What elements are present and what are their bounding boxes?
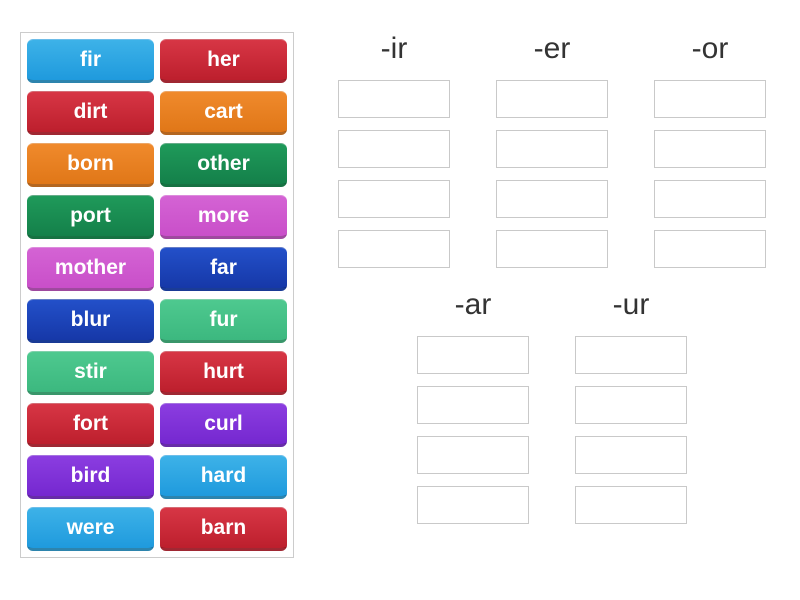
category-row: -ar -ur	[324, 288, 780, 524]
drop-slot[interactable]	[496, 130, 608, 168]
word-tile[interactable]: fir	[27, 39, 154, 83]
word-tile-label: more	[198, 204, 249, 228]
drop-slot[interactable]	[338, 180, 450, 218]
word-tile-label: far	[210, 256, 237, 280]
word-tile-label: port	[70, 204, 111, 228]
word-tile-label: other	[197, 152, 250, 176]
word-tile-label: hard	[201, 464, 247, 488]
word-tile-label: curl	[204, 412, 243, 436]
category: -ar	[417, 288, 529, 524]
word-tile[interactable]: barn	[160, 507, 287, 551]
word-tile[interactable]: dirt	[27, 91, 154, 135]
game-board: fir her dirt cart born other port more mother far…	[0, 0, 800, 590]
drop-slot[interactable]	[654, 130, 766, 168]
drop-slot[interactable]	[417, 436, 529, 474]
drop-slot[interactable]	[496, 230, 608, 268]
word-tile[interactable]: bird	[27, 455, 154, 499]
drop-slot[interactable]	[575, 336, 687, 374]
word-tile-label: stir	[74, 360, 107, 384]
word-tile[interactable]: other	[160, 143, 287, 187]
word-tile[interactable]: were	[27, 507, 154, 551]
word-tile[interactable]: more	[160, 195, 287, 239]
drop-slot[interactable]	[575, 386, 687, 424]
word-tile[interactable]: cart	[160, 91, 287, 135]
word-tile-label: fort	[73, 412, 108, 436]
categories-area: -ir -er -or -ar -ur	[324, 32, 780, 558]
drop-slot[interactable]	[575, 436, 687, 474]
drop-slot[interactable]	[575, 486, 687, 524]
word-tile-label: hurt	[203, 360, 244, 384]
category: -ir	[338, 32, 450, 268]
category: -or	[654, 32, 766, 268]
word-tile[interactable]: curl	[160, 403, 287, 447]
word-tile[interactable]: stir	[27, 351, 154, 395]
category-label: -ar	[455, 288, 492, 322]
drop-slot[interactable]	[654, 230, 766, 268]
drop-slot[interactable]	[654, 80, 766, 118]
word-tile-label: cart	[204, 100, 243, 124]
word-tile-label: her	[207, 48, 240, 72]
word-tile-label: were	[67, 516, 115, 540]
word-tile-label: fir	[80, 48, 101, 72]
word-tile-label: born	[67, 152, 114, 176]
category: -ur	[575, 288, 687, 524]
category-label: -ir	[381, 32, 408, 66]
drop-slot[interactable]	[654, 180, 766, 218]
word-tile[interactable]: blur	[27, 299, 154, 343]
drop-slot[interactable]	[338, 230, 450, 268]
word-tile-label: fur	[210, 308, 238, 332]
drop-slot[interactable]	[417, 386, 529, 424]
word-tile-label: mother	[55, 256, 126, 280]
word-tile-label: bird	[71, 464, 111, 488]
category-label: -ur	[613, 288, 650, 322]
word-tile[interactable]: her	[160, 39, 287, 83]
drop-slot[interactable]	[338, 130, 450, 168]
word-tile[interactable]: born	[27, 143, 154, 187]
drop-slot[interactable]	[417, 486, 529, 524]
drop-slot[interactable]	[496, 80, 608, 118]
word-tile[interactable]: port	[27, 195, 154, 239]
drop-slot[interactable]	[417, 336, 529, 374]
drop-slot[interactable]	[496, 180, 608, 218]
category: -er	[496, 32, 608, 268]
word-tile-label: blur	[71, 308, 111, 332]
category-label: -er	[534, 32, 571, 66]
word-tile[interactable]: far	[160, 247, 287, 291]
word-tile[interactable]: fort	[27, 403, 154, 447]
word-bank: fir her dirt cart born other port more mother far…	[20, 32, 294, 558]
word-tile[interactable]: hard	[160, 455, 287, 499]
category-label: -or	[692, 32, 729, 66]
category-row: -ir -er -or	[324, 32, 780, 268]
drop-slot[interactable]	[338, 80, 450, 118]
word-tile[interactable]: mother	[27, 247, 154, 291]
word-tile[interactable]: hurt	[160, 351, 287, 395]
word-tile-label: barn	[201, 516, 247, 540]
word-tile[interactable]: fur	[160, 299, 287, 343]
word-tile-label: dirt	[74, 100, 108, 124]
